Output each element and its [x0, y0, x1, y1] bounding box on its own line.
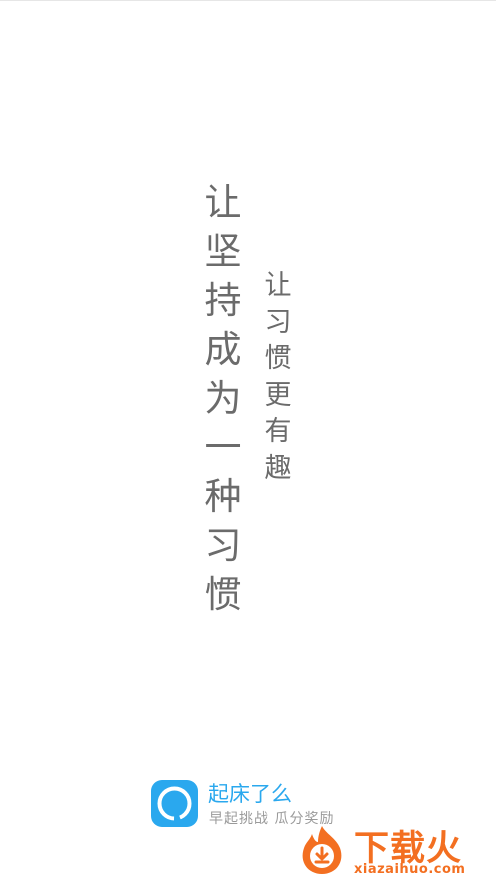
main-tagline: 让 坚 持 成 为 一 种 习 惯	[193, 178, 253, 619]
main-tagline-char: 一	[204, 426, 242, 469]
main-tagline-char: 种	[204, 475, 242, 518]
watermark: 下载火 xiazaihuo.com	[296, 818, 492, 880]
alarm-ring-icon	[151, 780, 198, 827]
main-tagline-char: 持	[204, 279, 242, 322]
status-divider	[0, 0, 496, 1]
sub-tagline: 让 习 惯 更 有 趣	[260, 268, 296, 487]
watermark-url: xiazaihuo.com	[354, 862, 466, 877]
main-tagline-char: 习	[204, 524, 242, 567]
app-name: 起床了么	[208, 782, 292, 806]
main-tagline-char: 坚	[204, 230, 242, 273]
main-tagline-char: 惯	[204, 573, 242, 616]
download-flame-icon	[302, 826, 342, 874]
sub-tagline-char: 让	[264, 270, 292, 301]
sub-tagline-char: 习	[264, 306, 292, 338]
sub-tagline-char: 惯	[264, 343, 292, 374]
main-tagline-char: 成	[204, 328, 242, 371]
sub-tagline-char: 有	[264, 416, 292, 447]
sub-tagline-char: 更	[264, 379, 292, 411]
main-tagline-char: 为	[204, 377, 242, 420]
main-tagline-char: 让	[204, 181, 242, 224]
sub-tagline-char: 趣	[264, 452, 292, 484]
